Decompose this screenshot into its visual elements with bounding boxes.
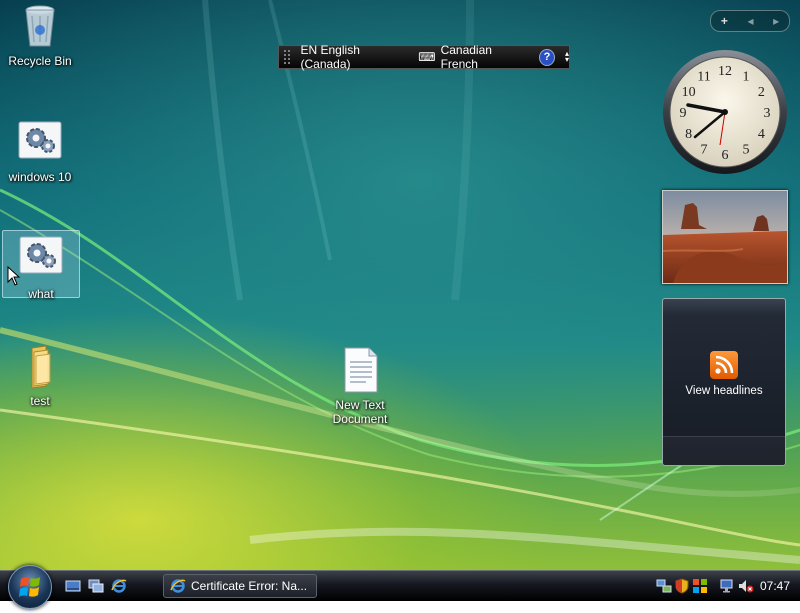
clock-numeral: 2 <box>758 85 765 100</box>
clock-numeral: 8 <box>685 127 692 142</box>
mouse-cursor-icon <box>7 266 21 286</box>
desktop-icon-what[interactable]: what <box>2 230 80 301</box>
start-button[interactable] <box>8 565 52 609</box>
taskbar-clock[interactable]: 07:47 <box>760 579 790 593</box>
internet-explorer-icon[interactable] <box>111 578 127 594</box>
help-icon[interactable]: ? <box>538 48 555 66</box>
feed-headlines-gadget[interactable]: View headlines <box>662 298 786 466</box>
keyboard-icon: ⌨ <box>418 50 436 64</box>
settings-icon <box>17 235 65 283</box>
show-desktop-icon[interactable] <box>65 578 81 594</box>
keyboard-layout[interactable]: Canadian French <box>441 43 527 71</box>
slideshow-gadget[interactable] <box>662 190 788 284</box>
clock-numeral: 1 <box>743 70 750 85</box>
clock-numeral: 7 <box>701 142 708 157</box>
clock-gadget[interactable]: 12 12 3 45678 9 1011 <box>662 49 788 175</box>
internet-explorer-icon <box>170 579 186 593</box>
feed-footer <box>663 436 785 465</box>
desktop-icon-label: test <box>30 394 50 408</box>
grip-handle[interactable] <box>283 49 291 65</box>
add-gadget-button[interactable]: + <box>721 14 728 28</box>
network-icon[interactable] <box>656 578 672 594</box>
desktop-icon-new-text-document[interactable]: New Text Document <box>322 346 398 426</box>
next-page-button[interactable]: ▸ <box>773 14 779 28</box>
view-headlines-link[interactable]: View headlines <box>663 385 785 397</box>
folder-icon <box>16 342 64 390</box>
settings-icon <box>16 118 64 166</box>
recycle-bin-icon <box>16 2 64 50</box>
desktop-icon-label: Recycle Bin <box>8 54 72 68</box>
desktop-icon-label: what <box>28 287 54 301</box>
desktop-icon-test[interactable]: test <box>2 342 78 408</box>
clock-numeral: 12 <box>718 64 732 79</box>
desktop-icon-label: New Text Document <box>332 398 388 426</box>
security-shield-icon[interactable] <box>674 578 690 594</box>
taskbar: Certificate Error: Na... 07:47 <box>0 565 800 609</box>
text-document-icon <box>336 346 384 394</box>
desktop-icon-label: windows 10 <box>8 170 72 184</box>
rss-icon <box>710 351 738 379</box>
network-connection-icon[interactable] <box>720 578 736 594</box>
clock-numeral: 4 <box>758 127 765 142</box>
clock-numeral: 5 <box>743 142 750 157</box>
desktop-icon-windows-10[interactable]: windows 10 <box>2 118 78 184</box>
clock-numeral: 3 <box>764 106 771 121</box>
volume-muted-icon[interactable] <box>738 578 754 594</box>
monument-valley-image <box>663 191 787 283</box>
clock-numeral: 9 <box>680 106 687 121</box>
switch-windows-icon[interactable] <box>88 578 104 594</box>
sidebar-controls: + ◂ ▸ <box>710 10 790 32</box>
clock-numeral: 6 <box>722 148 729 163</box>
language-bar[interactable]: EN English (Canada) ⌨ Canadian French ? … <box>278 43 570 71</box>
windows-logo-icon <box>19 577 40 597</box>
previous-page-button[interactable]: ◂ <box>747 14 753 28</box>
options-menu-icon[interactable]: ▴ ▾ <box>565 50 569 64</box>
input-language[interactable]: EN English (Canada) <box>301 43 407 71</box>
windows-update-icon[interactable] <box>692 578 708 594</box>
clock-numeral: 11 <box>697 70 710 85</box>
taskbar-window-certificate-error[interactable]: Certificate Error: Na... <box>163 574 317 598</box>
desktop[interactable]: Recycle Bin windows 10 what test New Tex… <box>0 0 800 570</box>
clock-numeral: 10 <box>682 85 696 100</box>
desktop-icon-recycle-bin[interactable]: Recycle Bin <box>2 2 78 68</box>
taskbar-window-label: Certificate Error: Na... <box>191 579 308 593</box>
